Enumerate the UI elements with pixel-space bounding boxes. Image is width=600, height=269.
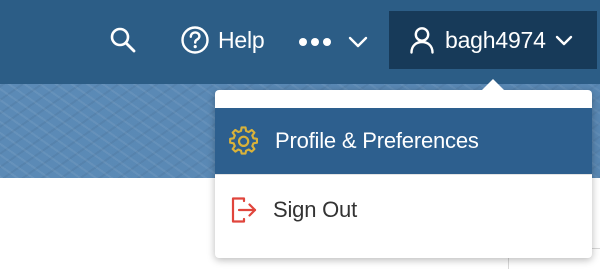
menu-item-sign-out[interactable]: Sign Out [215, 176, 592, 244]
menu-item-label: Profile & Preferences [275, 128, 479, 153]
sign-out-icon [229, 195, 259, 225]
help-label: Help [218, 26, 265, 53]
chevron-down-icon [555, 35, 572, 45]
more-menu-button[interactable] [298, 26, 368, 58]
top-navigation-bar: Help bagh4974 [0, 0, 600, 84]
gear-icon [229, 126, 259, 156]
chevron-down-icon [348, 36, 368, 48]
menu-divider [215, 174, 592, 175]
menu-item-label: Sign Out [273, 197, 358, 222]
search-icon [110, 27, 136, 53]
more-dots-icon [299, 38, 331, 46]
menu-item-profile-preferences[interactable]: Profile & Preferences [215, 108, 592, 174]
user-menu-button[interactable]: bagh4974 [389, 11, 597, 69]
dropdown-pointer [481, 79, 505, 91]
page: Help bagh4974 Profile & Preferences Sign… [0, 0, 600, 269]
username-label: bagh4974 [445, 26, 546, 53]
user-icon [410, 27, 434, 54]
search-button[interactable] [107, 24, 139, 56]
user-dropdown-menu: Profile & Preferences Sign Out [215, 90, 592, 258]
question-circle-icon [181, 26, 209, 54]
help-button[interactable]: Help [180, 22, 265, 58]
